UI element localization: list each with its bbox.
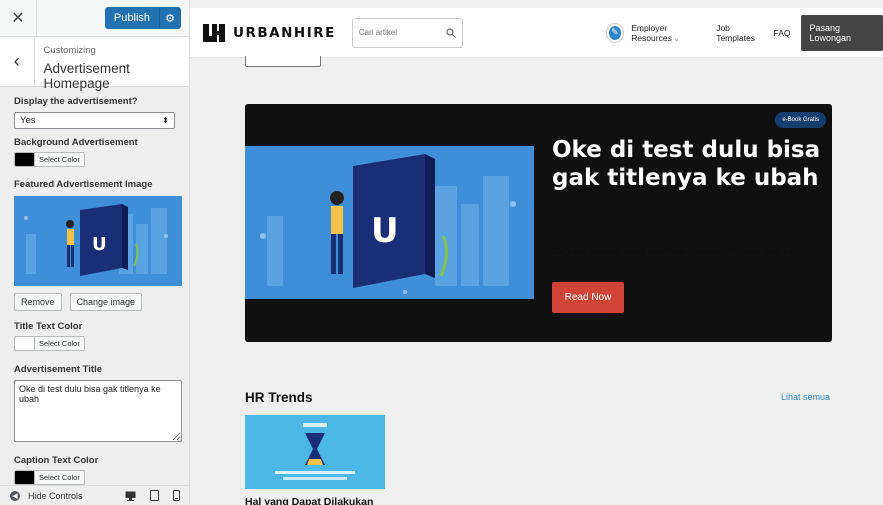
pencil-icon[interactable]: ✎ — [606, 23, 624, 42]
tablet-icon[interactable] — [150, 490, 159, 501]
title-color-picker[interactable]: Select Color — [14, 336, 175, 351]
chevron-left-icon[interactable]: ‹ — [0, 37, 35, 86]
change-image-button[interactable]: Change image — [69, 293, 143, 311]
hr-trends-heading: HR Trends — [245, 390, 313, 405]
gear-icon[interactable]: ⚙ — [159, 7, 181, 29]
read-now-button[interactable]: Read Now — [552, 282, 624, 313]
bg-select-color-button[interactable]: Select Color — [34, 152, 85, 167]
see-all-link[interactable]: Lihat semua — [781, 392, 830, 402]
close-icon[interactable]: ✕ — [0, 0, 37, 37]
hide-controls-button[interactable]: Hide Controls — [28, 491, 83, 501]
section-title: Advertisement Homepage — [43, 61, 130, 91]
site-preview: URBANHIRE ✎ Employer Resources ⌄ Job Tem… — [190, 0, 883, 505]
nav-job-templates[interactable]: Job Templates — [716, 23, 763, 43]
ad-banner: e-Book Gratis U Oke di test dulu bisa ga… — [245, 104, 832, 342]
article-card-image[interactable] — [245, 415, 385, 489]
urbanhire-logo-icon — [203, 23, 225, 42]
section-header-text: Customizing Advertisement Homepage — [35, 37, 189, 91]
image-actions: Remove Change image — [14, 293, 175, 311]
caption-color-label: Caption Text Color — [14, 455, 99, 466]
illustration-book-icon: U — [245, 146, 534, 299]
mobile-icon[interactable] — [173, 490, 180, 501]
customizer-footer: ◀ Hide Controls — [0, 485, 189, 505]
nav-employer-resources[interactable]: Employer Resources ⌄ — [631, 23, 706, 43]
banner-image: U — [245, 146, 534, 299]
post-job-button[interactable]: Pasang Lowongan — [800, 14, 883, 51]
title-select-color-button[interactable]: Select Color — [34, 336, 85, 351]
title-color-label: Title Text Color — [14, 321, 83, 332]
device-switcher — [125, 490, 180, 501]
customizer-sidebar: ✕ Publish ⚙ ‹ Customizing Advertisement … — [0, 0, 190, 505]
display-ad-select[interactable]: Yes ⬍ — [14, 112, 175, 129]
controls: Display the advertisement? Yes ⬍ Backgro… — [0, 96, 189, 485]
publish-button[interactable]: Publish — [104, 7, 159, 29]
search-box[interactable] — [351, 17, 463, 48]
featured-image-thumbnail[interactable]: U — [14, 196, 182, 286]
hourglass-icon — [245, 415, 385, 489]
customizer-header: ✕ Publish ⚙ — [0, 0, 189, 37]
article-card-title[interactable]: Hal yang Dapat Dilakukan — [245, 496, 373, 505]
site-logo[interactable]: URBANHIRE — [203, 23, 336, 42]
ebook-badge: e-Book Gratis — [775, 112, 826, 128]
bg-color-picker[interactable]: Select Color — [14, 152, 175, 167]
bg-color-swatch[interactable] — [14, 152, 34, 167]
featured-image-label: Featured Advertisement Image — [14, 179, 153, 190]
title-color-swatch[interactable] — [14, 336, 34, 351]
caption-color-picker[interactable]: Select Color — [14, 470, 175, 485]
display-ad-label: Display the advertisement? — [14, 96, 138, 107]
remove-image-button[interactable]: Remove — [14, 293, 62, 311]
search-input[interactable] — [358, 28, 439, 37]
caption-color-swatch[interactable] — [14, 470, 34, 485]
ad-title-label: Advertisement Title — [14, 364, 102, 375]
svg-text:U: U — [92, 234, 107, 255]
banner-title: Oke di test dulu bisa gak titlenya ke ub… — [552, 137, 821, 191]
partial-button[interactable] — [245, 56, 321, 67]
publish-group: Publish ⚙ — [104, 7, 181, 29]
caption-select-color-button[interactable]: Select Color — [34, 470, 85, 485]
main-nav: Employer Resources ⌄ Job Templates FAQ P… — [631, 14, 883, 51]
nav-employer-label: Employer Resources — [631, 22, 672, 43]
chevron-down-icon: ⌄ — [671, 35, 680, 43]
desktop-icon[interactable] — [125, 491, 136, 501]
nav-faq[interactable]: FAQ — [773, 28, 790, 38]
search-icon[interactable] — [446, 27, 456, 38]
collapse-icon[interactable]: ◀ — [10, 490, 20, 501]
banner-caption: CV yang menarik dapat membuat manajer HR… — [552, 246, 811, 256]
section-header: ‹ Customizing Advertisement Homepage — [0, 37, 189, 91]
logo-text: URBANHIRE — [233, 24, 336, 41]
customizing-label: Customizing — [43, 45, 96, 56]
svg-text:U: U — [371, 211, 399, 251]
select-arrows-icon: ⬍ — [162, 116, 169, 125]
illustration-book-icon: U — [14, 196, 182, 286]
display-ad-value: Yes — [20, 115, 36, 126]
site-header: URBANHIRE ✎ Employer Resources ⌄ Job Tem… — [190, 8, 883, 58]
bg-ad-label: Background Advertisement — [14, 137, 138, 148]
ad-title-textarea[interactable]: Oke di test dulu bisa gak titlenya ke ub… — [14, 380, 182, 442]
